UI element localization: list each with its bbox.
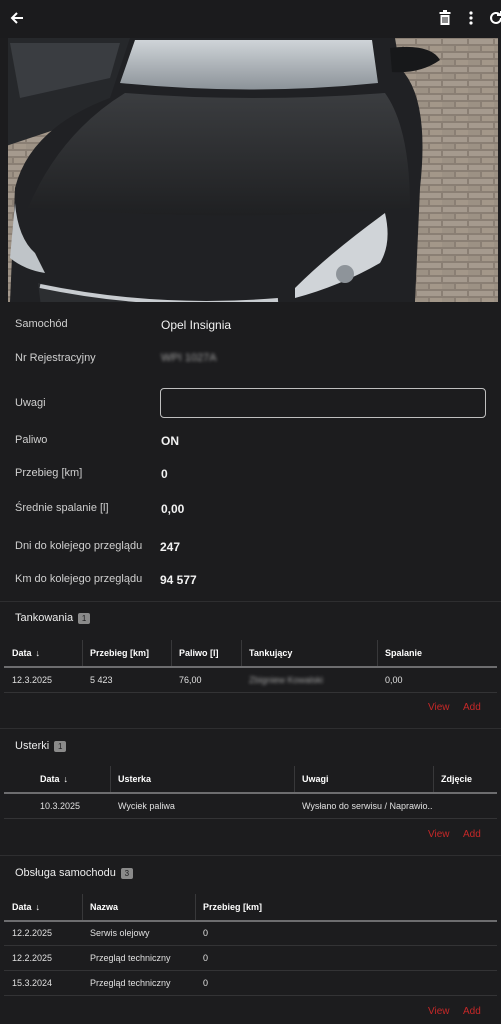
service-title-text: Obsługa samochodu bbox=[15, 867, 116, 879]
divider bbox=[0, 728, 501, 729]
service-add-button[interactable]: Add bbox=[463, 1006, 481, 1017]
days-to-inspection-value: 247 bbox=[160, 540, 181, 554]
sort-down-icon: ↓ bbox=[35, 648, 41, 658]
header-photo[interactable]: Zdjęcie bbox=[433, 766, 497, 792]
km-to-inspection-label: Km do kolejego przeglądu bbox=[15, 573, 143, 585]
notes-input[interactable] bbox=[160, 388, 486, 418]
app-toolbar bbox=[0, 0, 501, 39]
faults-add-button[interactable]: Add bbox=[463, 829, 481, 840]
refuels-view-button[interactable]: View bbox=[428, 702, 450, 713]
cell-date: 10.3.2025 bbox=[40, 801, 81, 811]
trash-icon[interactable] bbox=[439, 10, 451, 31]
fuel-label: Paliwo bbox=[15, 434, 48, 446]
header-date[interactable]: Data ↓ bbox=[4, 894, 82, 920]
cell-date: 12.2.2025 bbox=[12, 928, 53, 938]
refuels-title: Tankowania 1 bbox=[15, 612, 91, 624]
cell-fault: Wyciek paliwa bbox=[118, 801, 175, 811]
mileage-value: 0 bbox=[161, 467, 168, 481]
cell-name: Przegląd techniczny bbox=[90, 978, 171, 988]
cell-date: 12.2.2025 bbox=[12, 953, 53, 963]
car-value: Opel Insignia bbox=[161, 318, 232, 332]
car-label: Samochód bbox=[15, 318, 68, 330]
cell-mileage: 0 bbox=[203, 953, 209, 963]
cell-notes: Wysłano do serwisu / Naprawio... bbox=[302, 801, 433, 811]
cell-name: Przegląd techniczny bbox=[90, 953, 171, 963]
header-name[interactable]: Nazwa bbox=[82, 894, 195, 920]
header-mileage[interactable]: Przebieg [km] bbox=[195, 894, 497, 920]
refuels-count-badge: 1 bbox=[78, 612, 91, 624]
cell-date: 12.3.2025 bbox=[12, 675, 53, 685]
sort-down-icon: ↓ bbox=[63, 774, 69, 784]
cell-name: Serwis olejowy bbox=[90, 928, 150, 938]
divider bbox=[0, 601, 501, 602]
mileage-label: Przebieg [km] bbox=[15, 467, 83, 479]
cell-burn: 0,00 bbox=[385, 675, 403, 685]
avg-burn-label: Średnie spalanie [l] bbox=[15, 502, 109, 514]
sort-down-icon: ↓ bbox=[35, 902, 41, 912]
cell-mileage: 0 bbox=[203, 978, 209, 988]
faults-view-button[interactable]: View bbox=[428, 829, 450, 840]
fuel-value: ON bbox=[161, 434, 179, 448]
faults-title-text: Usterki bbox=[15, 740, 50, 752]
km-to-inspection-value: 94 577 bbox=[160, 573, 197, 587]
service-title: Obsługa samochodu 3 bbox=[15, 867, 133, 879]
header-fuel[interactable]: Paliwo [l] bbox=[171, 640, 241, 666]
car-photo bbox=[0, 38, 501, 302]
service-view-button[interactable]: View bbox=[428, 1006, 450, 1017]
days-to-inspection-label: Dni do kolejego przeglądu bbox=[15, 540, 143, 552]
divider bbox=[0, 855, 501, 856]
header-person[interactable]: Tankujący bbox=[241, 640, 377, 666]
cell-mileage: 5 423 bbox=[90, 675, 113, 685]
header-burn[interactable]: Spalanie bbox=[377, 640, 497, 666]
header-fault[interactable]: Usterka bbox=[110, 766, 294, 792]
faults-table-header: Data ↓ Usterka Uwagi Zdjęcie bbox=[4, 766, 497, 794]
table-row[interactable]: 10.3.2025 Wyciek paliwa Wysłano do serwi… bbox=[4, 794, 497, 819]
service-count-badge: 3 bbox=[120, 867, 133, 879]
notes-label: Uwagi bbox=[15, 397, 46, 409]
header-mileage[interactable]: Przebieg [km] bbox=[82, 640, 171, 666]
arrow-left-icon[interactable] bbox=[9, 10, 25, 31]
faults-title: Usterki 1 bbox=[15, 740, 67, 752]
table-row[interactable]: 12.3.2025 5 423 76,00 Zbigniew Kowalski … bbox=[4, 668, 497, 693]
header-date[interactable]: Data ↓ bbox=[4, 640, 82, 666]
table-row[interactable]: 12.2.2025 Serwis olejowy 0 bbox=[4, 921, 497, 946]
cell-person: Zbigniew Kowalski bbox=[249, 675, 324, 685]
service-table-header: Data ↓ Nazwa Przebieg [km] bbox=[4, 894, 497, 922]
header-date[interactable]: Data ↓ bbox=[32, 766, 110, 792]
table-row[interactable]: 15.3.2024 Przegląd techniczny 0 bbox=[4, 971, 497, 996]
reg-label: Nr Rejestracyjny bbox=[15, 352, 96, 364]
avg-burn-value: 0,00 bbox=[161, 502, 185, 516]
faults-count-badge: 1 bbox=[54, 740, 67, 752]
cell-date: 15.3.2024 bbox=[12, 978, 53, 988]
refuels-title-text: Tankowania bbox=[15, 612, 74, 624]
table-row[interactable]: 12.2.2025 Przegląd techniczny 0 bbox=[4, 946, 497, 971]
reg-value: WPI 1027A bbox=[161, 352, 217, 364]
refuels-table-header: Data ↓ Przebieg [km] Paliwo [l] Tankujący… bbox=[4, 640, 497, 668]
cell-mileage: 0 bbox=[203, 928, 209, 938]
refuels-add-button[interactable]: Add bbox=[463, 702, 481, 713]
refresh-icon[interactable] bbox=[489, 10, 501, 31]
more-vertical-icon[interactable] bbox=[469, 10, 473, 31]
header-notes[interactable]: Uwagi bbox=[294, 766, 433, 792]
cell-fuel: 76,00 bbox=[179, 675, 202, 685]
